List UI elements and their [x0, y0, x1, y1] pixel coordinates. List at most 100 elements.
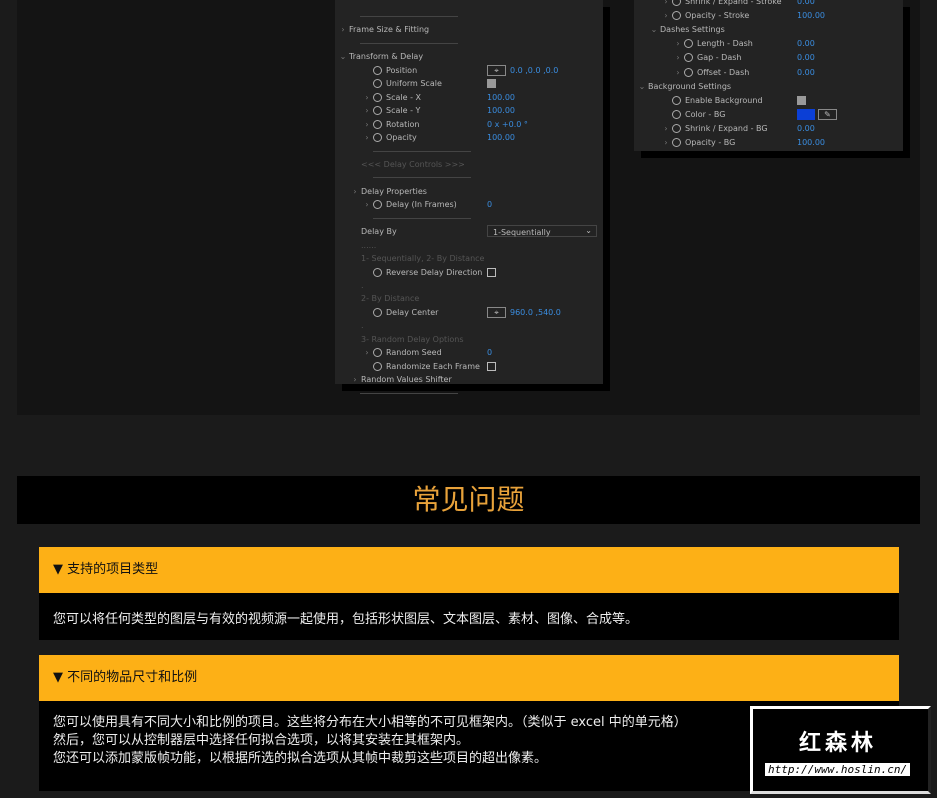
property-row[interactable]: › Delay Properties	[335, 185, 603, 198]
chevron-right-icon[interactable]: ›	[363, 131, 371, 144]
property-row[interactable]: › Rotation 0 x +0.0 °	[335, 118, 603, 131]
property-row[interactable]: › Scale - X 100.00	[335, 91, 603, 104]
stopwatch-icon[interactable]	[373, 106, 382, 116]
property-row[interactable]: 1- Sequentially, 2- By Distance	[335, 252, 603, 265]
stopwatch-icon[interactable]	[373, 348, 382, 358]
property-row[interactable]: › Opacity - BG 100.00	[634, 136, 903, 149]
property-value[interactable]: 0.0 ,0.0 ,0.0	[510, 64, 558, 77]
property-row[interactable]: › Shrink / Expand - Stroke 0.00	[634, 0, 903, 8]
property-value[interactable]: 0.00	[797, 0, 815, 8]
property-value[interactable]: 0 x +0.0 °	[487, 118, 528, 131]
stopwatch-icon[interactable]	[373, 200, 382, 210]
stopwatch-icon[interactable]	[373, 361, 382, 371]
stopwatch-icon[interactable]	[373, 267, 382, 277]
chevron-right-icon[interactable]: ›	[363, 104, 371, 117]
property-row[interactable]: › Frame Size & Fitting	[335, 23, 603, 36]
stopwatch-icon[interactable]	[672, 138, 681, 147]
chevron-right-icon[interactable]: ›	[662, 136, 670, 149]
delay-by-dropdown[interactable]: 1-Sequentially ⌄	[487, 225, 597, 238]
property-value[interactable]: 100.00	[487, 91, 515, 104]
crosshair-point-icon[interactable]: ⌖	[487, 64, 506, 76]
property-row[interactable]: › Gap - Dash 0.00	[634, 51, 903, 64]
chevron-right-icon[interactable]: ›	[363, 346, 371, 359]
stopwatch-icon[interactable]	[672, 109, 681, 119]
crosshair-point-icon[interactable]: ⌖	[487, 306, 506, 318]
property-row[interactable]: Uniform Scale	[335, 77, 603, 90]
property-row[interactable]: › Shrink / Expand - BG 0.00	[634, 122, 903, 135]
property-row[interactable]: <<< Delay Controls >>>	[335, 158, 603, 171]
faq-question-1[interactable]: ▼ 支持的项目类型	[39, 547, 899, 593]
property-value[interactable]: 100.00	[487, 104, 515, 117]
property-row[interactable]: Delay Center ⌖ 960.0 ,540.0	[335, 306, 603, 319]
checkbox[interactable]	[487, 267, 496, 277]
property-row[interactable]: › Offset - Dash 0.00	[634, 66, 903, 79]
property-row[interactable]: › Length - Dash 0.00	[634, 37, 903, 50]
property-row[interactable]: Reverse Delay Direction	[335, 266, 603, 279]
property-value[interactable]: 100.00	[797, 9, 825, 22]
chevron-right-icon[interactable]: ›	[674, 51, 682, 64]
chevron-right-icon[interactable]: ›	[674, 37, 682, 50]
chevron-right-icon[interactable]: ›	[363, 118, 371, 131]
stopwatch-icon[interactable]	[373, 65, 382, 75]
property-value[interactable]: 0	[487, 198, 492, 211]
stopwatch-icon[interactable]	[672, 0, 681, 6]
chevron-right-icon[interactable]: ›	[339, 23, 347, 36]
property-row[interactable]: ⌄ Transform & Delay	[335, 50, 603, 63]
property-row[interactable]: › Opacity - Stroke 100.00	[634, 9, 903, 22]
property-value[interactable]: 0.00	[797, 37, 815, 50]
property-row[interactable]: 2- By Distance	[335, 292, 603, 305]
faq-question-2[interactable]: ▼ 不同的物品尺寸和比例	[39, 655, 899, 701]
property-row[interactable]: › Random Seed 0	[335, 346, 603, 359]
property-row[interactable]: › Random Values Shifter	[335, 373, 603, 386]
stopwatch-icon[interactable]	[373, 133, 382, 143]
chevron-right-icon[interactable]: ›	[662, 9, 670, 22]
stopwatch-icon[interactable]	[684, 67, 693, 77]
chevron-right-icon[interactable]: ›	[662, 0, 670, 8]
stopwatch-icon[interactable]	[373, 92, 382, 102]
chevron-down-icon[interactable]: ⌄	[650, 23, 658, 36]
property-row[interactable]: › Opacity 100.00	[335, 131, 603, 144]
property-value[interactable]: 100.00	[797, 136, 825, 149]
property-row[interactable]: ⌄ Background Settings	[634, 80, 903, 93]
property-row[interactable]: ⌄ Dashes Settings	[634, 23, 903, 36]
property-row[interactable]: Randomize Each Frame	[335, 360, 603, 373]
stopwatch-icon[interactable]	[373, 307, 382, 317]
stopwatch-icon[interactable]	[373, 79, 382, 89]
property-row[interactable]: .	[335, 319, 603, 332]
stopwatch-icon[interactable]	[373, 119, 382, 129]
property-row[interactable]: Color - BG ✎	[634, 108, 903, 121]
property-row[interactable]: 3- Random Delay Options	[335, 333, 603, 346]
chevron-down-icon[interactable]: ⌄	[339, 50, 347, 63]
chevron-right-icon[interactable]: ›	[351, 185, 359, 198]
stopwatch-icon[interactable]	[672, 123, 681, 133]
watermark: 红森林 http://www.hoslin.cn/	[750, 706, 931, 794]
property-row[interactable]: Enable Background	[634, 94, 903, 107]
property-row[interactable]: Delay By 1-Sequentially ⌄	[335, 225, 603, 238]
stopwatch-icon[interactable]	[672, 95, 681, 105]
stopwatch-icon[interactable]	[684, 39, 693, 49]
stopwatch-icon[interactable]	[672, 11, 681, 21]
stopwatch-icon[interactable]	[684, 53, 693, 63]
checkbox[interactable]	[487, 79, 496, 89]
chevron-right-icon[interactable]: ›	[351, 373, 359, 386]
property-value[interactable]: 0.00	[797, 51, 815, 64]
property-row[interactable]: › Scale - Y 100.00	[335, 104, 603, 117]
property-row[interactable]: ......	[335, 239, 603, 252]
chevron-down-icon[interactable]: ⌄	[638, 80, 646, 93]
property-row[interactable]: Position ⌖ 0.0 ,0.0 ,0.0	[335, 64, 603, 77]
checkbox[interactable]	[797, 95, 806, 105]
property-value[interactable]: 0.00	[797, 66, 815, 79]
checkbox[interactable]	[487, 361, 496, 371]
chevron-right-icon[interactable]: ›	[662, 122, 670, 135]
eyedropper-icon[interactable]: ✎	[818, 108, 837, 120]
property-value[interactable]: 0	[487, 346, 492, 359]
property-value[interactable]: 100.00	[487, 131, 515, 144]
property-value[interactable]: 960.0 ,540.0	[510, 306, 561, 319]
property-value[interactable]: 0.00	[797, 122, 815, 135]
property-row[interactable]: .	[335, 279, 603, 292]
color-swatch[interactable]	[797, 108, 815, 120]
chevron-right-icon[interactable]: ›	[363, 91, 371, 104]
chevron-right-icon[interactable]: ›	[674, 66, 682, 79]
chevron-right-icon[interactable]: ›	[363, 198, 371, 211]
property-row[interactable]: › Delay (In Frames) 0	[335, 198, 603, 211]
